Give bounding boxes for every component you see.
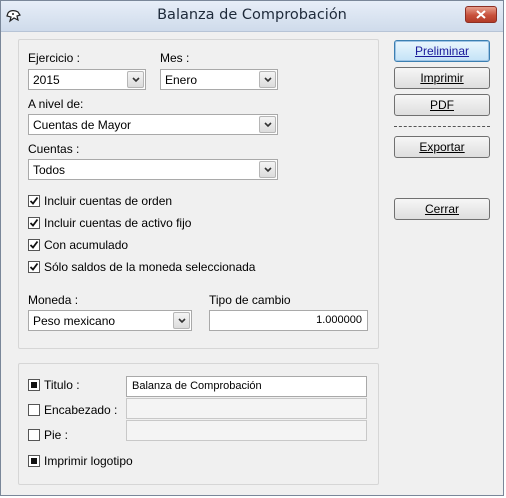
encabezado-input[interactable] [126, 398, 367, 419]
titulo-label: Titulo : [44, 378, 80, 392]
indeterminate-mark [31, 458, 37, 464]
ejercicio-dropdown-button[interactable] [127, 71, 144, 88]
cuentas-dropdown-button[interactable] [259, 161, 276, 178]
exportar-button-label: Exportar [419, 140, 465, 154]
preliminar-button[interactable]: Preliminar [394, 40, 490, 62]
cuentas-value: Todos [33, 163, 66, 177]
window-title: Balanza de Comprobación [157, 7, 347, 23]
checkmark-icon [29, 218, 39, 227]
pdf-button-label: PDF [430, 98, 454, 112]
moneda-label: Moneda : [28, 293, 79, 307]
nivel-label: A nivel de: [28, 97, 84, 111]
moneda-dropdown-button[interactable] [173, 312, 190, 329]
check-label: Con acumulado [44, 238, 129, 252]
imprimir-button-label: Imprimir [420, 71, 464, 85]
moneda-select[interactable]: Peso mexicano [28, 310, 192, 331]
tipo-cambio-label: Tipo de cambio [209, 293, 291, 307]
checkbox[interactable] [28, 429, 40, 441]
cuentas-label: Cuentas : [28, 142, 80, 156]
checkbox[interactable] [28, 261, 40, 273]
cerrar-button[interactable]: Cerrar [394, 198, 490, 220]
logotipo-label: Imprimir logotipo [44, 454, 133, 468]
mes-dropdown-button[interactable] [259, 71, 276, 88]
check-label: Incluir cuentas de activo fijo [44, 216, 192, 230]
exportar-button[interactable]: Exportar [394, 136, 490, 158]
chevron-down-icon [264, 167, 272, 173]
titulo-input[interactable]: Balanza de Comprobación [126, 376, 367, 397]
nivel-select[interactable]: Cuentas de Mayor [28, 114, 278, 135]
chevron-down-icon [264, 122, 272, 128]
nivel-dropdown-button[interactable] [259, 116, 276, 133]
checkbox[interactable] [28, 455, 40, 467]
preliminar-button-label: Preliminar [414, 44, 469, 58]
pie-label: Pie : [44, 428, 69, 442]
tipo-cambio-value: 1.000000 [316, 314, 362, 326]
button-separator [394, 126, 490, 127]
ejercicio-label: Ejercicio : [28, 51, 81, 65]
checkbox[interactable] [28, 195, 40, 207]
nivel-value: Cuentas de Mayor [33, 118, 132, 132]
checkmark-icon [29, 240, 39, 249]
check-label: Incluir cuentas de orden [44, 194, 173, 208]
close-button[interactable] [465, 6, 497, 23]
checkmark-icon [29, 196, 39, 205]
ejercicio-value: 2015 [33, 73, 60, 87]
mes-label: Mes : [160, 51, 190, 65]
chevron-down-icon [178, 318, 186, 324]
pdf-button[interactable]: PDF [394, 94, 490, 116]
checkmark-icon [29, 262, 39, 271]
cerrar-button-label: Cerrar [424, 202, 459, 216]
checkbox[interactable] [28, 239, 40, 251]
checkbox[interactable] [28, 404, 40, 416]
checkbox[interactable] [28, 379, 40, 391]
close-icon [476, 10, 486, 19]
moneda-value: Peso mexicano [33, 314, 116, 328]
imprimir-button[interactable]: Imprimir [394, 67, 490, 89]
ejercicio-select[interactable]: 2015 [28, 69, 146, 90]
check-label: Sólo saldos de la moneda seleccionada [44, 260, 256, 274]
mes-value: Enero [165, 73, 198, 87]
mes-select[interactable]: Enero [160, 69, 278, 90]
tipo-cambio-input[interactable]: 1.000000 [209, 310, 368, 331]
chevron-down-icon [132, 77, 140, 83]
pie-input[interactable] [126, 420, 367, 441]
encabezado-label: Encabezado : [44, 403, 118, 417]
indeterminate-mark [31, 382, 37, 388]
titulo-value: Balanza de Comprobación [132, 380, 262, 392]
chevron-down-icon [264, 77, 272, 83]
checkbox[interactable] [28, 217, 40, 229]
cuentas-select[interactable]: Todos [28, 159, 278, 180]
title-bar[interactable]: Balanza de Comprobación [1, 1, 503, 32]
balanza-dialog-window: Balanza de Comprobación Ejercicio : 2015… [0, 0, 504, 496]
